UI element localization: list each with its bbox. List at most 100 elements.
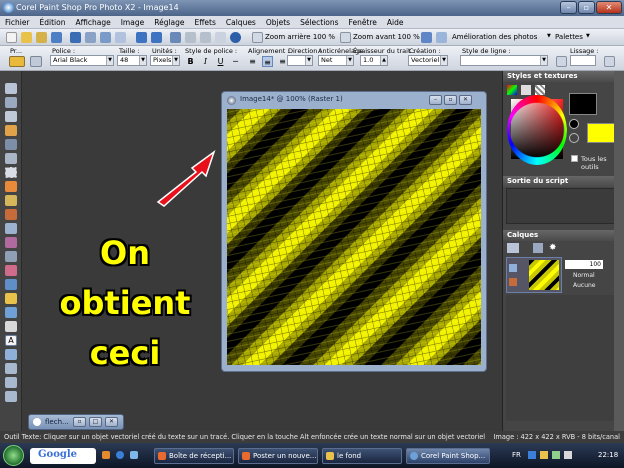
hue-ring[interactable] bbox=[507, 95, 567, 165]
mask-value[interactable]: Aucune bbox=[573, 282, 596, 289]
italic-button[interactable]: I bbox=[200, 56, 211, 67]
image-maximize-button[interactable]: ▫ bbox=[444, 95, 457, 105]
guides-icon[interactable] bbox=[200, 32, 211, 43]
antialias-select[interactable]: Net ▼ bbox=[318, 55, 354, 66]
units-dropdown-icon[interactable]: ▼ bbox=[172, 56, 179, 65]
layer-effects-icon[interactable]: ✸ bbox=[549, 243, 559, 253]
help-icon[interactable] bbox=[230, 32, 241, 43]
menu-item-window[interactable]: Fenêtre bbox=[344, 16, 382, 28]
direction-dropdown-icon[interactable]: ▼ bbox=[305, 56, 312, 65]
font-select[interactable]: Arial Black ▼ bbox=[50, 55, 114, 66]
zoom-out-icon[interactable] bbox=[252, 32, 263, 43]
app-icon[interactable] bbox=[3, 2, 14, 13]
tray-app-icon[interactable] bbox=[564, 451, 572, 459]
zoom-tool-icon[interactable] bbox=[5, 97, 17, 108]
maximize-button[interactable]: ▫ bbox=[578, 1, 595, 14]
pen-tool-icon[interactable] bbox=[5, 363, 17, 374]
direction-select[interactable]: ▼ bbox=[287, 55, 313, 66]
straighten-tool-icon[interactable] bbox=[5, 125, 17, 136]
task-post[interactable]: Poster un nouve... bbox=[238, 448, 318, 464]
menu-item-file[interactable]: Fichier bbox=[0, 16, 35, 28]
move-tool-icon[interactable] bbox=[5, 153, 17, 164]
menu-item-layers[interactable]: Calques bbox=[221, 16, 261, 28]
menu-item-image[interactable]: Image bbox=[116, 16, 150, 28]
crop-tool-icon[interactable] bbox=[5, 139, 17, 150]
dodge-tool-icon[interactable] bbox=[5, 251, 17, 262]
align-center-icon[interactable]: ≡ bbox=[262, 56, 273, 67]
image-canvas[interactable] bbox=[227, 109, 481, 365]
create-as-select[interactable]: Vectoriel ▼ bbox=[408, 55, 448, 66]
histogram-icon[interactable] bbox=[436, 32, 447, 43]
object-selection-tool-icon[interactable] bbox=[5, 391, 17, 402]
open-folder-icon[interactable] bbox=[21, 32, 32, 43]
pan-tool-icon[interactable] bbox=[5, 83, 17, 94]
task-background[interactable]: le fond bbox=[322, 448, 402, 464]
task-inbox[interactable]: Boîte de récepti... bbox=[154, 448, 234, 464]
menu-item-adjust[interactable]: Réglage bbox=[149, 16, 189, 28]
clock[interactable]: 22:18 bbox=[598, 451, 618, 459]
size-select[interactable]: 48 ▼ bbox=[117, 55, 147, 66]
layer-visibility-icon[interactable] bbox=[509, 264, 517, 272]
dropper-tool-icon[interactable] bbox=[5, 181, 17, 192]
blend-mode-value[interactable]: Normal bbox=[573, 272, 595, 279]
smoothing-field[interactable] bbox=[570, 55, 596, 66]
layer-mask-icon[interactable] bbox=[533, 243, 543, 253]
zoom-out-label[interactable]: Zoom arrière 100 % bbox=[265, 33, 335, 41]
all-tools-checkbox[interactable] bbox=[571, 155, 578, 162]
photo-fix-icon[interactable] bbox=[421, 32, 432, 43]
minimize-button[interactable]: – bbox=[560, 1, 577, 14]
scratch-remover-tool-icon[interactable] bbox=[5, 237, 17, 248]
improve-dropdown-icon[interactable]: ▼ bbox=[547, 33, 551, 39]
bold-button[interactable]: B bbox=[185, 56, 196, 67]
palettes-dropdown-icon[interactable]: ▼ bbox=[586, 33, 590, 39]
print-icon[interactable] bbox=[85, 32, 96, 43]
selection-tool-icon[interactable] bbox=[5, 167, 17, 178]
browse-icon[interactable] bbox=[36, 32, 47, 43]
clone-brush-tool-icon[interactable] bbox=[5, 223, 17, 234]
copy-icon[interactable] bbox=[100, 32, 111, 43]
improve-photos-menu[interactable]: Amélioration des photos bbox=[452, 33, 537, 41]
picture-tube-tool-icon[interactable] bbox=[5, 321, 17, 332]
scan-icon[interactable] bbox=[51, 32, 62, 43]
quicklaunch-desktop-icon[interactable] bbox=[130, 451, 138, 459]
eraser-tool-icon[interactable] bbox=[5, 293, 17, 304]
grid-icon[interactable] bbox=[185, 32, 196, 43]
palettes-menu[interactable]: Palettes bbox=[555, 33, 583, 41]
size-dropdown-icon[interactable]: ▼ bbox=[139, 56, 146, 65]
background-color-swatch[interactable] bbox=[587, 123, 617, 143]
tray-network-icon[interactable] bbox=[528, 451, 536, 459]
menu-item-edit[interactable]: Édition bbox=[35, 16, 71, 28]
menu-item-selections[interactable]: Sélections bbox=[295, 16, 343, 28]
stroke-width-spinner-icon[interactable]: ▲ bbox=[380, 56, 387, 65]
google-search-box[interactable]: Google bbox=[30, 448, 96, 464]
menu-item-effects[interactable]: Effets bbox=[190, 16, 221, 28]
new-layer-icon[interactable] bbox=[507, 243, 519, 253]
text-tool-icon[interactable]: A bbox=[5, 335, 17, 346]
flood-fill-tool-icon[interactable] bbox=[5, 307, 17, 318]
minimized-maximize-button[interactable]: □ bbox=[89, 417, 102, 427]
language-indicator[interactable]: FR bbox=[512, 451, 521, 459]
strikethrough-button[interactable]: ─ bbox=[230, 56, 241, 67]
rainbow-tab-icon[interactable] bbox=[521, 85, 531, 95]
zoom-in-label[interactable]: Zoom avant 100 % bbox=[353, 33, 420, 41]
line-style-select[interactable]: ▼ bbox=[460, 55, 548, 66]
image-minimize-button[interactable]: – bbox=[429, 95, 442, 105]
opacity-field[interactable]: 100 bbox=[565, 260, 603, 269]
red-eye-tool-icon[interactable] bbox=[5, 195, 17, 206]
script-output-area[interactable] bbox=[506, 188, 618, 224]
task-paint-shop[interactable]: Corel Paint Shop... bbox=[406, 448, 490, 464]
minimized-close-button[interactable]: ✕ bbox=[105, 417, 118, 427]
close-button[interactable]: ✕ bbox=[596, 1, 622, 14]
new-file-icon[interactable] bbox=[6, 32, 17, 43]
stroke-width-field[interactable]: 1.0 ▲ bbox=[360, 55, 388, 66]
reset-icon[interactable] bbox=[30, 56, 42, 67]
background-material-icon[interactable] bbox=[569, 133, 579, 143]
tray-security-icon[interactable] bbox=[552, 451, 560, 459]
menu-item-help[interactable]: Aide bbox=[382, 16, 409, 28]
palette-scrollbar[interactable] bbox=[614, 71, 624, 431]
crop-icon[interactable] bbox=[170, 32, 181, 43]
underline-button[interactable]: U bbox=[215, 56, 226, 67]
layers-list-area[interactable] bbox=[506, 295, 618, 421]
start-button[interactable] bbox=[3, 445, 24, 466]
line-style-dropdown-icon[interactable]: ▼ bbox=[540, 56, 547, 65]
